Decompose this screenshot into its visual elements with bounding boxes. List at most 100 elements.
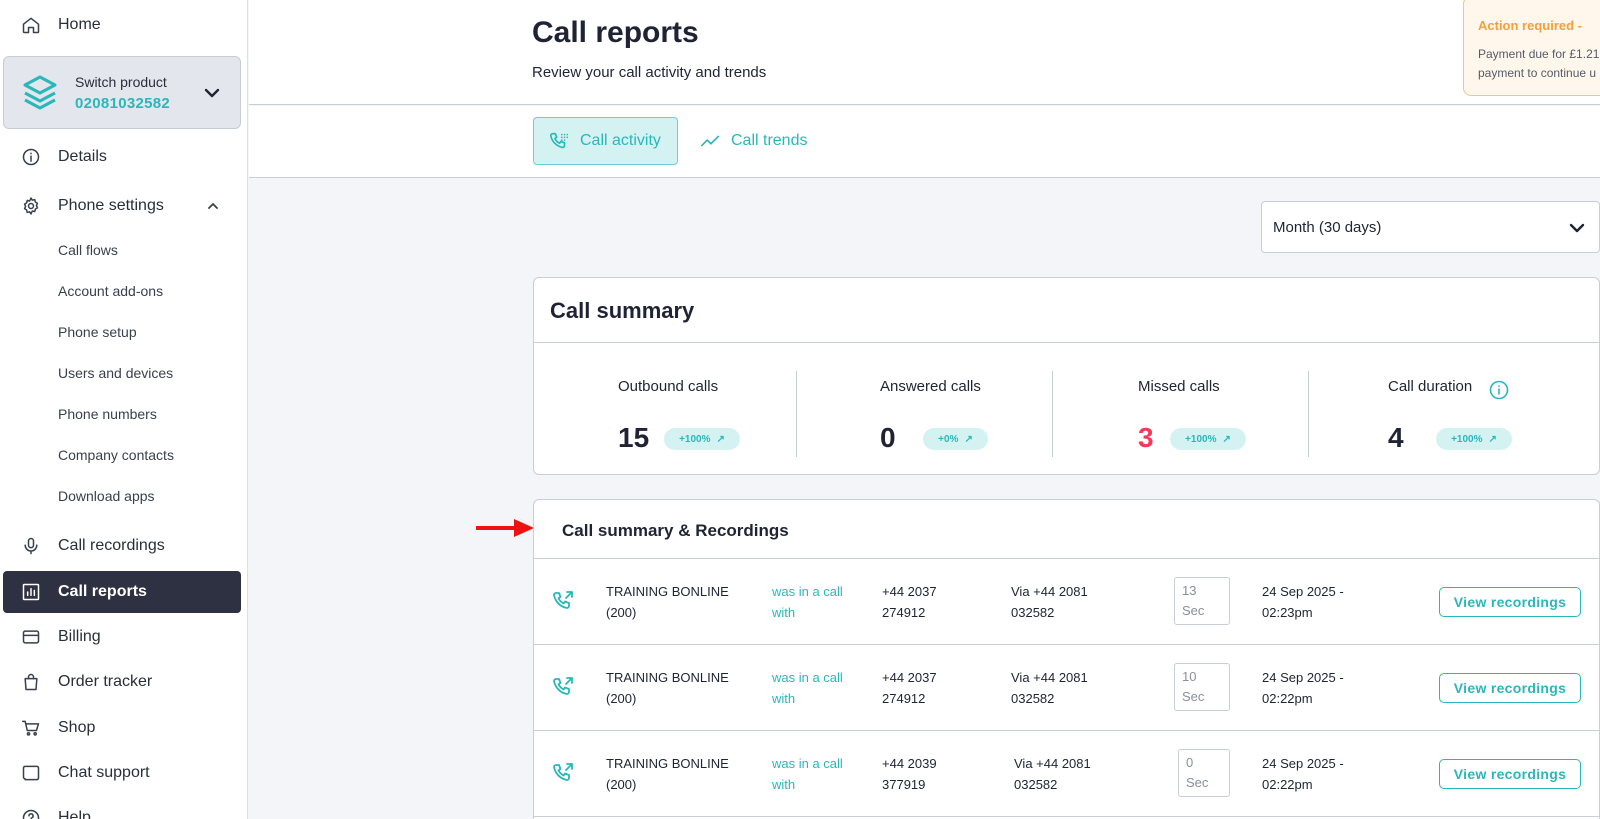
caller-extension: (200) <box>606 605 637 620</box>
duration-value: 13 <box>1182 583 1197 598</box>
stat-value: 4 <box>1388 422 1404 453</box>
arrow-up-right-icon: ↗ <box>964 433 973 445</box>
view-recordings-button[interactable]: View recordings <box>1439 759 1581 789</box>
red-arrow-annotation <box>476 519 534 537</box>
via-line: Via +44 2081 <box>1011 584 1088 599</box>
stat-label: Outbound calls <box>618 378 719 395</box>
report-tabs: Call activity Call trends <box>249 106 1600 178</box>
page-title: Call reports <box>532 16 699 49</box>
duration-unit: Sec <box>1182 603 1205 618</box>
change-badge: +100% ↗ <box>1436 428 1512 450</box>
number-line: 274912 <box>882 691 926 706</box>
gear-icon <box>20 195 42 217</box>
switch-product[interactable]: Switch product 02081032582 <box>3 56 241 129</box>
call-action: was in a call with <box>772 667 843 709</box>
outgoing-call-icon <box>553 677 573 695</box>
via-line: 032582 <box>1011 691 1055 706</box>
call-action-line: was in a call <box>772 756 843 771</box>
call-action-line: with <box>772 605 796 620</box>
trend-line-icon <box>700 135 720 147</box>
nav-billing[interactable]: Billing <box>0 617 247 657</box>
caller-name-line: TRAINING BONLINE <box>606 756 729 771</box>
caller-name: TRAINING BONLINE (200) <box>606 581 729 623</box>
number-line: +44 2037 <box>882 670 937 685</box>
caller-extension: (200) <box>606 691 637 706</box>
call-duration: 0 Sec <box>1178 749 1230 797</box>
duration-value: 0 <box>1186 755 1194 770</box>
call-action-line: was in a call <box>772 670 843 685</box>
divider <box>796 371 797 457</box>
call-action: was in a call with <box>772 753 843 795</box>
nav-download-apps[interactable]: Download apps <box>58 488 155 504</box>
period-select-value: Month (30 days) <box>1273 218 1382 236</box>
recordings-card: Call summary & Recordings TRAINING BONLI… <box>533 499 1600 819</box>
via-line: Via +44 2081 <box>1011 670 1088 685</box>
view-recordings-button[interactable]: View recordings <box>1439 673 1581 703</box>
call-action-line: with <box>772 691 796 706</box>
page-header: Call reports Review your call activity a… <box>249 0 1600 105</box>
nav-home[interactable]: Home <box>0 5 247 45</box>
stat-value: 0 <box>880 422 896 453</box>
caller-extension: (200) <box>606 777 637 792</box>
chevron-up-icon[interactable] <box>208 201 218 211</box>
call-duration: 10 Sec <box>1174 663 1230 711</box>
nav-details[interactable]: Details <box>0 137 247 177</box>
call-action: was in a call with <box>772 581 843 623</box>
chevron-down-icon <box>1569 223 1585 233</box>
period-select[interactable]: Month (30 days) <box>1261 201 1600 253</box>
nav-company-contacts[interactable]: Company contacts <box>58 447 174 463</box>
duration-unit: Sec <box>1186 775 1209 790</box>
info-icon <box>20 146 42 168</box>
call-action-line: with <box>772 777 796 792</box>
nav-shop[interactable]: Shop <box>0 708 247 748</box>
stat-call-duration: Call duration 4 +100% ↗ <box>1308 342 1600 475</box>
microphone-icon <box>20 535 42 557</box>
nav-call-reports-label: Call reports <box>58 583 147 600</box>
nav-phone-numbers[interactable]: Phone numbers <box>58 406 157 422</box>
nav-chat-support[interactable]: Chat support <box>0 753 247 793</box>
change-badge: +100% ↗ <box>664 428 740 450</box>
nav-call-flows[interactable]: Call flows <box>58 242 118 258</box>
call-date: 24 Sep 2025 - 02:22pm <box>1262 753 1344 795</box>
number-line: +44 2037 <box>882 584 937 599</box>
other-party-number: +44 2037 274912 <box>882 581 937 623</box>
help-icon <box>20 807 42 819</box>
nav-call-recordings-label: Call recordings <box>58 537 165 554</box>
caller-name: TRAINING BONLINE (200) <box>606 667 729 709</box>
nav-call-reports[interactable]: Call reports <box>3 571 241 613</box>
switch-product-label: Switch product <box>75 74 167 90</box>
shopping-bag-icon <box>20 671 42 693</box>
change-badge-text: +100% <box>679 433 711 445</box>
arrow-up-right-icon: ↗ <box>1222 433 1231 445</box>
nav-phone-settings[interactable]: Phone settings <box>0 186 247 226</box>
arrow-up-right-icon: ↗ <box>716 433 725 445</box>
via-number: Via +44 2081 032582 <box>1011 581 1088 623</box>
nav-order-tracker-label: Order tracker <box>58 673 153 690</box>
outgoing-call-icon <box>553 763 573 781</box>
tab-call-trends[interactable]: Call trends <box>699 117 807 165</box>
date-line: 24 Sep 2025 - <box>1262 584 1344 599</box>
alert-title: Action required - <box>1478 18 1583 33</box>
change-badge: +100% ↗ <box>1170 428 1246 450</box>
stat-label: Call duration <box>1388 378 1473 395</box>
switch-product-number: 02081032582 <box>75 95 171 112</box>
credit-card-icon <box>20 626 42 648</box>
via-line: Via +44 2081 <box>1014 756 1091 771</box>
payment-alert[interactable]: Action required - Payment due for £1.21 … <box>1463 0 1600 96</box>
tab-call-activity[interactable]: Call activity <box>533 117 678 165</box>
nav-order-tracker[interactable]: Order tracker <box>0 662 247 702</box>
other-party-number: +44 2037 274912 <box>882 667 937 709</box>
view-recordings-button[interactable]: View recordings <box>1439 587 1581 617</box>
tab-call-activity-label: Call activity <box>580 132 661 149</box>
nav-phone-setup[interactable]: Phone setup <box>58 324 137 340</box>
nav-account-add-ons[interactable]: Account add-ons <box>58 283 163 299</box>
info-icon[interactable] <box>1489 380 1509 400</box>
stat-answered-calls: Answered calls 0 +0% ↗ <box>796 342 1052 475</box>
caller-name-line: TRAINING BONLINE <box>606 584 729 599</box>
nav-call-recordings[interactable]: Call recordings <box>0 526 247 566</box>
other-party-number: +44 2039 377919 <box>882 753 937 795</box>
table-row: TRAINING BONLINE (200) was in a call with … <box>534 559 1599 645</box>
chevron-down-icon[interactable] <box>204 85 220 101</box>
nav-users-and-devices[interactable]: Users and devices <box>58 365 173 381</box>
nav-help[interactable]: Help <box>0 798 247 819</box>
